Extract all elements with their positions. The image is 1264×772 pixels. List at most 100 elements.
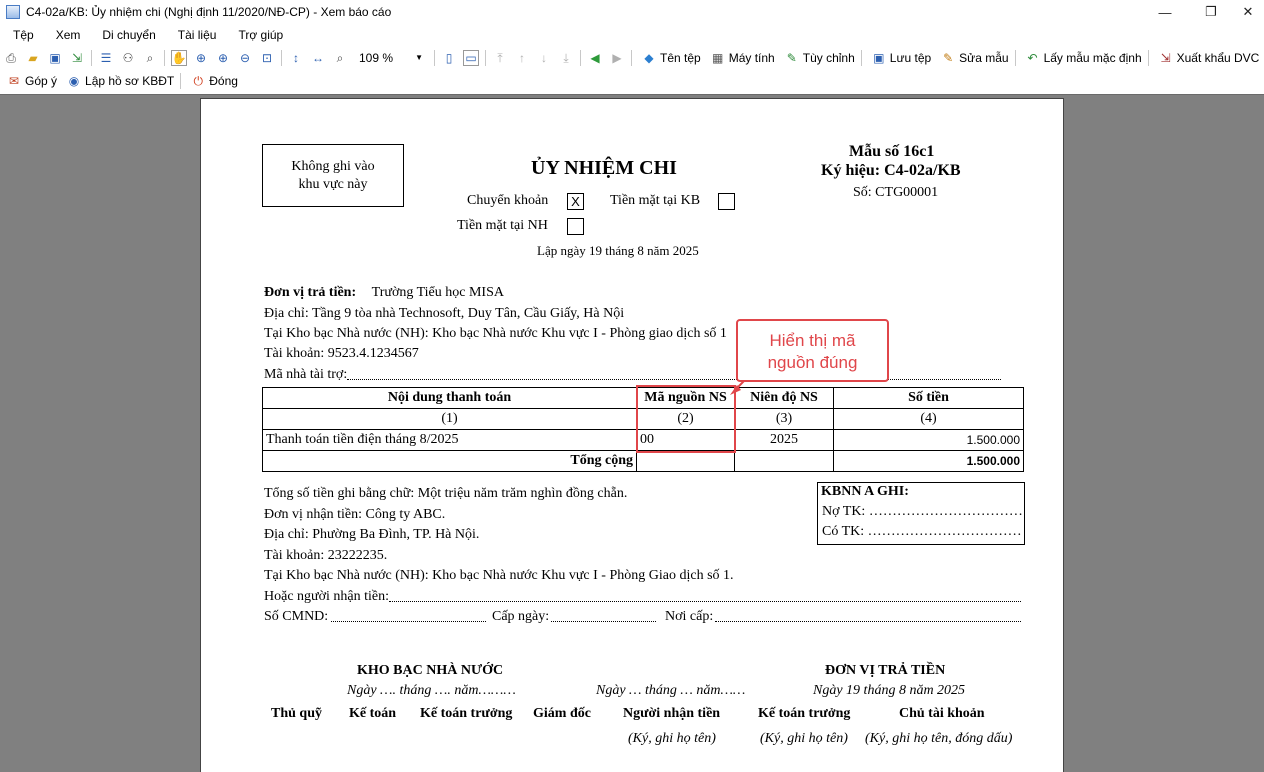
cash-kb-label: Tiền mặt tại KB <box>610 193 701 208</box>
payee-line: Đơn vị nhận tiền: Công ty ABC. <box>264 507 446 522</box>
treasury-sign-date: Ngày …. tháng …. năm……… <box>347 683 516 698</box>
payee-account: Tài khoản: 23222235. <box>264 548 388 563</box>
file-name-button[interactable]: ◆ Tên tệp <box>638 50 701 66</box>
menu-document[interactable]: Tài liệu <box>165 28 226 42</box>
hand-tool-icon[interactable]: ✋ <box>171 49 187 66</box>
close-report-label: Đóng <box>209 73 238 88</box>
row-amount: 1.500.000 <box>833 429 1024 451</box>
separator <box>860 49 862 66</box>
menu-help[interactable]: Trợ giúp <box>225 28 292 42</box>
thumbnails-icon[interactable]: ☰ <box>98 50 114 66</box>
issue-place-label: Nơi cấp: <box>665 609 714 624</box>
fit-width-icon[interactable]: ↔ <box>310 50 326 66</box>
header-amount: Số tiền <box>833 387 1024 409</box>
separator <box>580 49 581 66</box>
menu-navigate[interactable]: Di chuyển <box>89 28 164 42</box>
payer-value: Trường Tiểu học MISA <box>371 285 504 300</box>
issue-date-label: Cấp ngày: <box>492 609 550 624</box>
back-icon[interactable]: ◀ <box>587 50 603 66</box>
save-file-button[interactable]: ▣ Lưu tệp <box>868 50 931 66</box>
kbnn-credit: Có TK: …………………………… <box>822 524 1022 539</box>
cash-nh-label: Tiền mặt tại NH <box>457 218 548 233</box>
payee-address: Địa chỉ: Phường Ba Đình, TP. Hà Nội. <box>264 527 480 542</box>
transfer-checkbox: X <box>567 193 584 210</box>
col-num: (1) <box>262 408 637 430</box>
print-icon[interactable]: ⎙ <box>3 50 19 66</box>
feedback-label: Góp ý <box>25 73 58 88</box>
window-title: C4-02a/KB: Ủy nhiệm chi (Nghị định 11/20… <box>26 5 392 19</box>
create-kbdt-button[interactable]: ◉ Lập hồ sơ KBĐT <box>63 73 175 89</box>
separator <box>91 49 92 66</box>
feedback-button[interactable]: ✉ Góp ý <box>3 73 57 89</box>
undo-icon: ↶ <box>1027 50 1038 65</box>
binoculars-icon[interactable]: ⚇ <box>120 50 136 66</box>
menu-view[interactable]: Xem <box>43 28 90 42</box>
zoom-plus-icon[interactable]: ⊕ <box>215 50 231 66</box>
total-empty <box>636 450 735 472</box>
save-icon[interactable]: ▣ <box>47 50 63 66</box>
payee-treasury: Tại Kho bạc Nhà nước (NH): Kho bạc Nhà n… <box>264 568 734 583</box>
payer-treasury: Tại Kho bạc Nhà nước (NH): Kho bạc Nhà n… <box>264 326 727 341</box>
last-page-icon[interactable]: ⤓ <box>558 50 574 66</box>
open-folder-icon[interactable]: ▰ <box>25 50 41 66</box>
zoom-out-icon[interactable]: ⊖ <box>237 50 253 66</box>
annotation-text: Hiển thị mã nguồn đúng <box>767 331 858 372</box>
computer-label: Máy tính <box>728 50 775 65</box>
zoom-100-icon[interactable]: ⌕ <box>332 50 348 66</box>
calculator-icon: ▦ <box>712 50 724 65</box>
total-empty <box>734 450 834 472</box>
payer-label: Đơn vị trả tiền: <box>264 285 357 300</box>
prev-page-icon[interactable]: ↑ <box>514 50 530 66</box>
transfer-label: Chuyển khoản <box>467 193 549 208</box>
report-viewer[interactable]: Không ghi vào khu vực này ỦY NHIỆM CHI M… <box>0 94 1264 772</box>
export-icon[interactable]: ⇲ <box>69 50 85 66</box>
file-name-label: Tên tệp <box>660 50 701 65</box>
zoom-value: 109 % <box>359 50 394 65</box>
edit-template-button[interactable]: ✎ Sửa mẫu <box>937 50 1008 66</box>
receiver-dotted-line <box>389 601 1021 602</box>
zoom-area-icon[interactable]: ⊡ <box>259 50 275 66</box>
cash-kb-checkbox <box>718 193 735 210</box>
save-file-icon: ▣ <box>873 50 885 65</box>
forward-icon[interactable]: ▶ <box>609 50 625 66</box>
payer-chief-sign-note: (Ký, ghi họ tên) <box>760 731 848 746</box>
role-account-holder: Chủ tài khoản <box>899 706 985 721</box>
role-director: Giám đốc <box>533 706 591 721</box>
separator <box>485 49 486 66</box>
next-page-icon[interactable]: ↓ <box>536 50 552 66</box>
close-report-button[interactable]: ⏻ Đóng <box>187 73 238 89</box>
table-total-row: Tổng cộng 1.500.000 <box>262 450 1024 472</box>
zoom-in-icon[interactable]: ⊕ <box>193 50 209 66</box>
computer-button[interactable]: ▦ Máy tính <box>707 50 775 66</box>
zoom-select[interactable]: 109 % ▼ <box>355 49 427 67</box>
title-bar: C4-02a/KB: Ủy nhiệm chi (Nghị định 11/20… <box>0 0 1264 24</box>
role-payer-chief-accountant: Kế toán trưởng <box>758 706 851 721</box>
separator <box>281 49 282 66</box>
customize-button[interactable]: ✎ Tùy chỉnh <box>781 50 855 66</box>
fit-height-icon[interactable]: ↕ <box>288 50 304 66</box>
export-dvc-button[interactable]: ⇲ Xuất khẩu DVC <box>1155 50 1260 66</box>
payer-sign-date: Ngày 19 tháng 8 năm 2025 <box>813 683 966 698</box>
minimize-button[interactable]: — <box>1142 0 1188 24</box>
multi-page-icon[interactable]: ▭ <box>463 49 479 66</box>
chevron-down-icon: ▼ <box>415 53 423 62</box>
receiver-sign-note: (Ký, ghi họ tên) <box>628 731 716 746</box>
default-template-label: Lấy mẫu mặc định <box>1043 50 1142 65</box>
page-search-icon[interactable]: ⌕ <box>142 50 158 66</box>
power-icon: ⏻ <box>193 73 204 88</box>
issue-date-dotted-line <box>551 621 656 622</box>
customize-label: Tùy chỉnh <box>802 50 855 65</box>
app-icon <box>6 5 20 19</box>
secondary-toolbar: ✉ Góp ý ◉ Lập hồ sơ KBĐT ⏻ Đóng <box>0 69 1264 92</box>
first-page-icon[interactable]: ⤒ <box>492 50 508 66</box>
default-template-button[interactable]: ↶ Lấy mẫu mặc định <box>1022 50 1142 66</box>
payer-line: Đơn vị trả tiền: Trường Tiểu học MISA <box>264 285 504 301</box>
single-page-icon[interactable]: ▯ <box>441 50 457 66</box>
separator <box>1014 49 1016 66</box>
feedback-icon: ✉ <box>8 73 20 88</box>
col-num: (4) <box>833 408 1024 430</box>
edit-template-label: Sửa mẫu <box>959 50 1009 65</box>
kbnn-box: KBNN A GHI: Nợ TK: …………………………… Có TK: ……… <box>817 482 1025 545</box>
close-window-button[interactable]: ✕ <box>1225 0 1264 24</box>
menu-file[interactable]: Tệp <box>0 28 43 42</box>
